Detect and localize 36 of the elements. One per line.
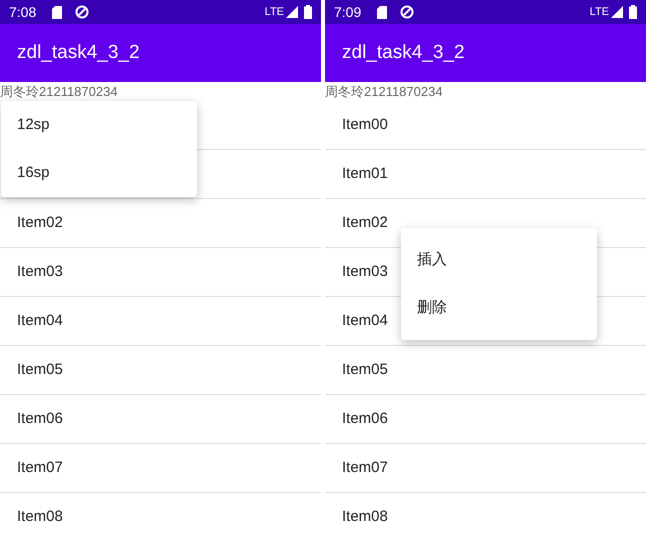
list-item[interactable]: Item07 [342, 456, 388, 480]
list-item[interactable]: Item04 [17, 310, 63, 332]
list-item[interactable]: Item08 [17, 506, 63, 528]
network-label: LTE [590, 6, 609, 18]
list-item[interactable]: Item02 [17, 212, 63, 234]
menu-item[interactable]: 12sp [1, 101, 197, 149]
subtitle-text: 周冬玲21211870234 [325, 83, 444, 101]
list-item[interactable]: Item08 [342, 506, 388, 528]
list-item[interactable]: Item06 [342, 408, 388, 430]
list-item[interactable]: Item05 [17, 358, 63, 382]
sd-card-icon [377, 6, 388, 18]
battery-icon [304, 5, 312, 19]
menu-item[interactable]: 插入 [401, 236, 597, 284]
signal-icon [611, 6, 623, 18]
circle-icon [75, 5, 90, 19]
subtitle-text: 周冬玲21211870234 [0, 83, 119, 101]
signal-icon [286, 6, 298, 18]
app-title: zdl_task4_3_2 [342, 40, 465, 65]
app-title: zdl_task4_3_2 [17, 40, 140, 65]
battery-icon [629, 5, 637, 19]
network-label: LTE [264, 6, 284, 18]
list-item[interactable]: Item02 [342, 212, 388, 234]
circle-icon [400, 5, 414, 19]
list-item[interactable]: Item01 [342, 162, 388, 186]
list-item[interactable]: Item07 [17, 456, 63, 480]
list-item[interactable]: Item03 [342, 260, 388, 284]
menu-item[interactable]: 删除 [401, 284, 597, 332]
list-item[interactable]: Item04 [342, 310, 388, 332]
status-time: 7:08 [9, 5, 36, 19]
sd-card-icon [52, 6, 62, 18]
list-item[interactable]: Item00 [342, 114, 388, 136]
list-item[interactable]: Item06 [17, 408, 63, 430]
menu-item[interactable]: 16sp [1, 149, 197, 197]
status-time: 7:09 [334, 5, 362, 19]
list-item[interactable]: Item03 [17, 260, 63, 284]
list-item[interactable]: Item05 [342, 358, 388, 382]
